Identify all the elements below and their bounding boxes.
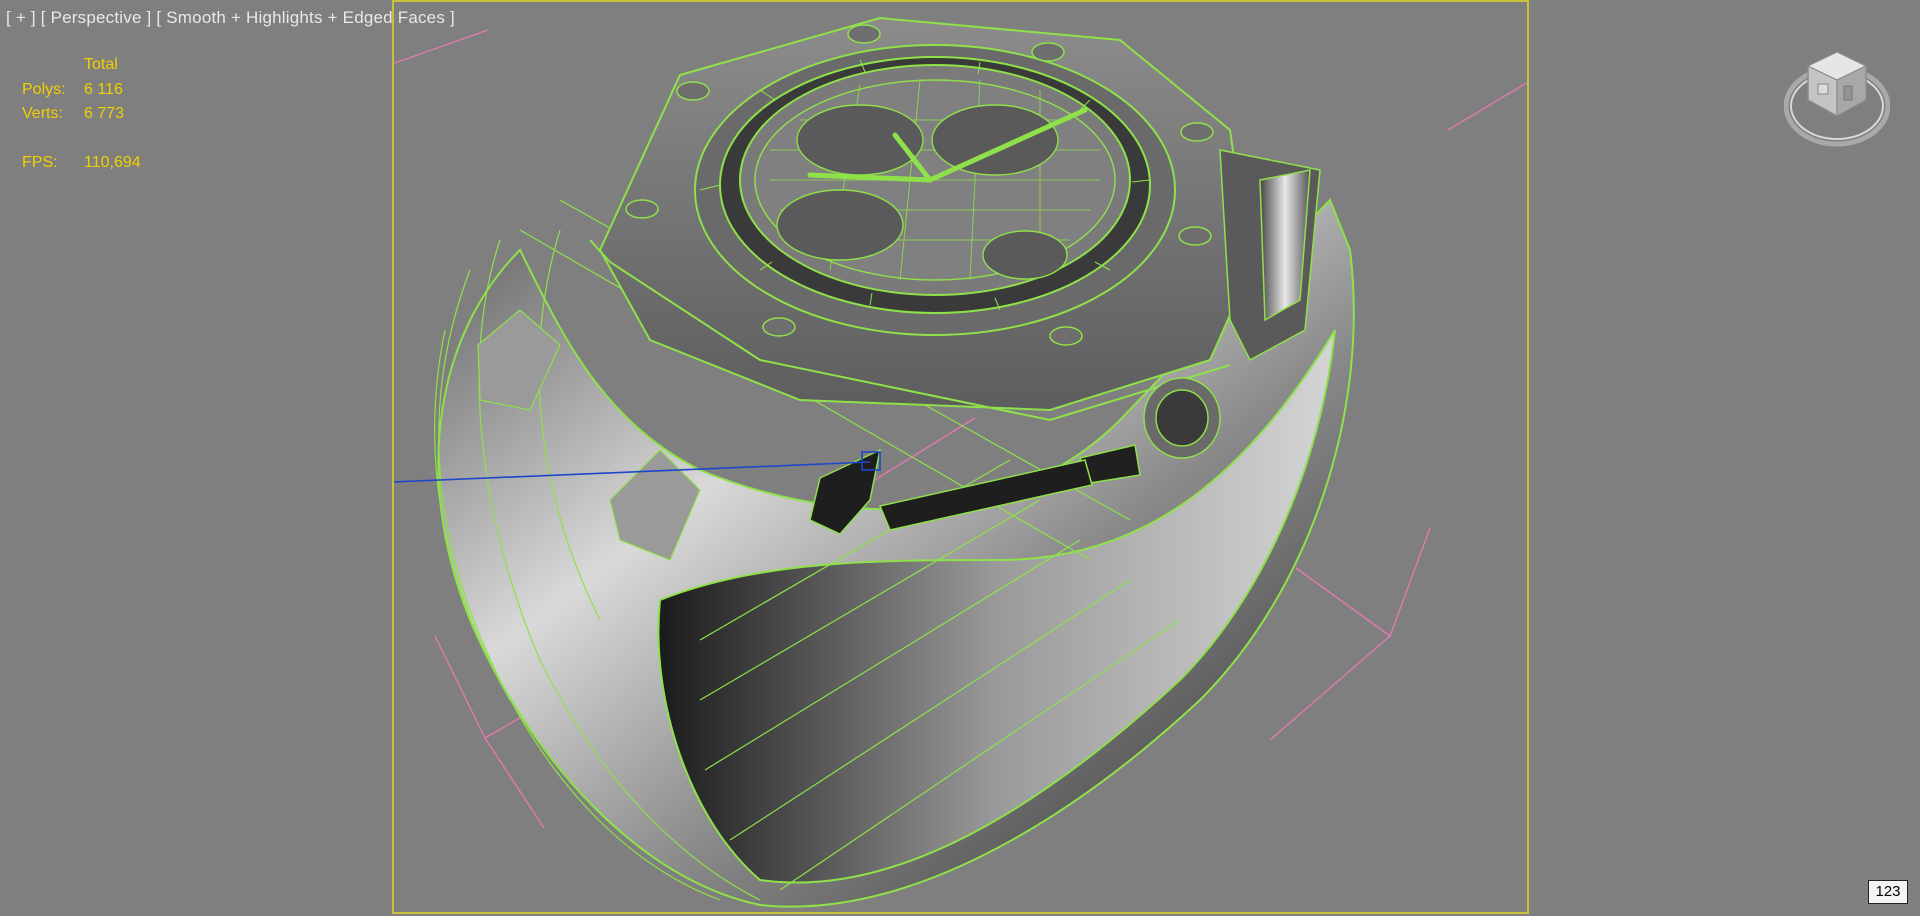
- viewport-shading-menu[interactable]: [ Smooth + Highlights + Edged Faces ]: [156, 8, 454, 27]
- fps-value: 110,694: [84, 153, 141, 171]
- verts-value: 6 773: [84, 105, 125, 122]
- stats-header: Total: [84, 56, 118, 73]
- corner-counter: 123: [1868, 880, 1908, 904]
- perspective-viewport[interactable]: [ + ] [ Perspective ] [ Smooth + Highlig…: [0, 0, 1920, 916]
- viewport-view-menu[interactable]: [ Perspective ]: [41, 8, 152, 27]
- viewport-plus-menu[interactable]: [ + ]: [6, 8, 36, 27]
- polys-label: Polys:: [22, 80, 66, 98]
- verts-label: Verts:: [22, 105, 63, 122]
- viewport-label-menu: [ + ] [ Perspective ] [ Smooth + Highlig…: [6, 8, 455, 28]
- statistics-overlay: Total Polys: 6 116 Verts: 6 773 FPS: 110,69…: [22, 53, 141, 175]
- viewport-scene[interactable]: [0, 0, 1920, 916]
- dial: [754, 79, 1116, 281]
- polys-value: 6 116: [84, 80, 123, 98]
- fps-label: FPS:: [22, 153, 58, 171]
- viewcube-icon[interactable]: [1783, 46, 1891, 148]
